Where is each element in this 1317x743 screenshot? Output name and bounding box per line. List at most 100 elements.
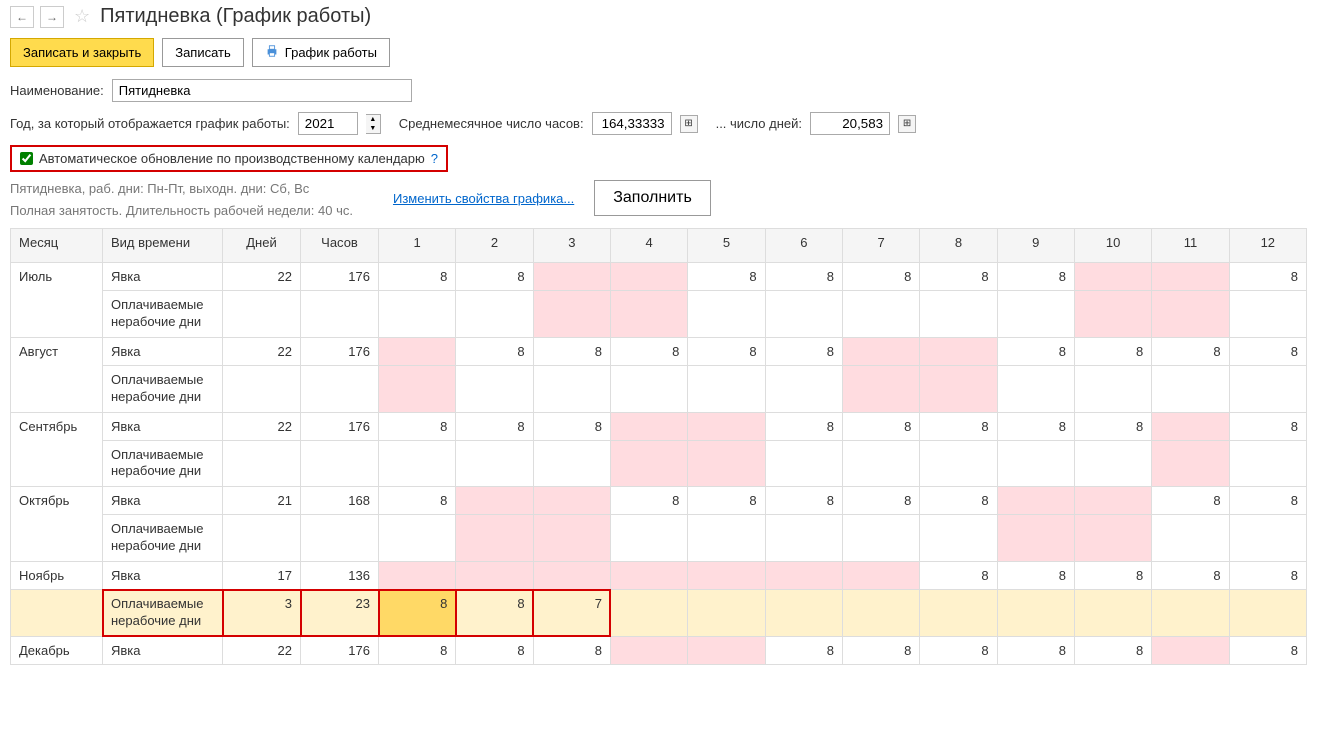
- day-cell[interactable]: 8: [842, 636, 919, 664]
- day-cell[interactable]: [997, 291, 1074, 338]
- day-cell[interactable]: [533, 263, 610, 291]
- day-cell[interactable]: [610, 440, 687, 487]
- day-cell[interactable]: [1074, 263, 1151, 291]
- day-cell[interactable]: 8: [1074, 412, 1151, 440]
- day-cell[interactable]: 8: [997, 562, 1074, 590]
- day-cell[interactable]: 8: [842, 487, 919, 515]
- day-cell[interactable]: [1229, 515, 1306, 562]
- table-row[interactable]: Оплачиваемые нерабочие дни: [11, 365, 1307, 412]
- day-cell[interactable]: 8: [456, 636, 533, 664]
- day-cell[interactable]: [688, 515, 765, 562]
- day-cell[interactable]: [688, 412, 765, 440]
- name-input[interactable]: [112, 79, 412, 102]
- day-cell[interactable]: 8: [997, 412, 1074, 440]
- day-cell[interactable]: [610, 291, 687, 338]
- day-cell[interactable]: 7: [533, 590, 610, 637]
- day-cell[interactable]: 8: [765, 263, 842, 291]
- day-cell[interactable]: 8: [1229, 487, 1306, 515]
- day-cell[interactable]: [610, 590, 687, 637]
- table-row[interactable]: ДекабрьЯвка22176888888888: [11, 636, 1307, 664]
- day-cell[interactable]: [688, 562, 765, 590]
- day-cell[interactable]: [533, 487, 610, 515]
- day-cell[interactable]: 8: [688, 263, 765, 291]
- day-cell[interactable]: 8: [533, 636, 610, 664]
- day-cell[interactable]: [920, 291, 997, 338]
- day-cell[interactable]: [1152, 515, 1229, 562]
- day-cell[interactable]: [1152, 291, 1229, 338]
- day-cell[interactable]: 8: [533, 412, 610, 440]
- day-cell[interactable]: [842, 515, 919, 562]
- day-cell[interactable]: [688, 590, 765, 637]
- day-cell[interactable]: 8: [456, 590, 533, 637]
- day-cell[interactable]: [610, 263, 687, 291]
- day-cell[interactable]: [456, 562, 533, 590]
- avg-days-input[interactable]: [810, 112, 890, 135]
- help-icon[interactable]: ?: [431, 151, 438, 166]
- favorite-icon[interactable]: ☆: [74, 6, 90, 27]
- day-cell[interactable]: [920, 440, 997, 487]
- day-cell[interactable]: [1152, 365, 1229, 412]
- day-cell[interactable]: 8: [765, 412, 842, 440]
- day-cell[interactable]: [533, 291, 610, 338]
- day-cell[interactable]: 8: [1152, 337, 1229, 365]
- day-cell[interactable]: [1074, 487, 1151, 515]
- table-row[interactable]: Оплачиваемые нерабочие дни323887: [11, 590, 1307, 637]
- day-cell[interactable]: 8: [842, 263, 919, 291]
- day-cell[interactable]: 8: [1152, 487, 1229, 515]
- table-row[interactable]: АвгустЯвка22176888888888: [11, 337, 1307, 365]
- day-cell[interactable]: [533, 440, 610, 487]
- auto-update-checkbox[interactable]: [20, 152, 33, 165]
- day-cell[interactable]: [610, 515, 687, 562]
- day-cell[interactable]: 8: [379, 590, 456, 637]
- day-cell[interactable]: [765, 562, 842, 590]
- day-cell[interactable]: [1152, 412, 1229, 440]
- day-cell[interactable]: 8: [456, 263, 533, 291]
- day-cell[interactable]: 8: [997, 636, 1074, 664]
- day-cell[interactable]: [688, 440, 765, 487]
- day-cell[interactable]: [688, 291, 765, 338]
- day-cell[interactable]: 8: [920, 412, 997, 440]
- day-cell[interactable]: [1074, 590, 1151, 637]
- day-cell[interactable]: 8: [765, 636, 842, 664]
- day-cell[interactable]: [842, 440, 919, 487]
- year-spinner[interactable]: ▲ ▼: [366, 114, 381, 134]
- day-cell[interactable]: [765, 515, 842, 562]
- day-cell[interactable]: [997, 515, 1074, 562]
- day-cell[interactable]: 8: [533, 337, 610, 365]
- day-cell[interactable]: [842, 562, 919, 590]
- day-cell[interactable]: 8: [379, 412, 456, 440]
- day-cell[interactable]: 8: [688, 487, 765, 515]
- day-cell[interactable]: 8: [920, 487, 997, 515]
- table-row[interactable]: НоябрьЯвка1713688888: [11, 562, 1307, 590]
- save-close-button[interactable]: Записать и закрыть: [10, 38, 154, 67]
- day-cell[interactable]: [379, 365, 456, 412]
- year-input[interactable]: [298, 112, 358, 135]
- day-cell[interactable]: 8: [997, 337, 1074, 365]
- day-cell[interactable]: [379, 562, 456, 590]
- day-cell[interactable]: [379, 440, 456, 487]
- day-cell[interactable]: 8: [920, 636, 997, 664]
- change-properties-link[interactable]: Изменить свойства графика...: [393, 191, 574, 206]
- day-cell[interactable]: 8: [765, 487, 842, 515]
- day-cell[interactable]: [1152, 590, 1229, 637]
- day-cell[interactable]: 8: [379, 636, 456, 664]
- day-cell[interactable]: [1074, 365, 1151, 412]
- day-cell[interactable]: [610, 562, 687, 590]
- schedule-button[interactable]: График работы: [252, 38, 390, 67]
- day-cell[interactable]: 8: [1074, 337, 1151, 365]
- nav-back-button[interactable]: ←: [10, 6, 34, 28]
- day-cell[interactable]: 8: [920, 263, 997, 291]
- day-cell[interactable]: [379, 337, 456, 365]
- table-row[interactable]: ИюльЯвка2217688888888: [11, 263, 1307, 291]
- day-cell[interactable]: 8: [688, 337, 765, 365]
- year-up-button[interactable]: ▲: [366, 115, 380, 124]
- day-cell[interactable]: [920, 590, 997, 637]
- table-row[interactable]: СентябрьЯвка22176888888888: [11, 412, 1307, 440]
- day-cell[interactable]: [1074, 440, 1151, 487]
- day-cell[interactable]: [1074, 515, 1151, 562]
- calculator-icon[interactable]: ⊞: [898, 115, 916, 133]
- day-cell[interactable]: [997, 487, 1074, 515]
- day-cell[interactable]: 8: [1229, 636, 1306, 664]
- day-cell[interactable]: [610, 412, 687, 440]
- day-cell[interactable]: 8: [765, 337, 842, 365]
